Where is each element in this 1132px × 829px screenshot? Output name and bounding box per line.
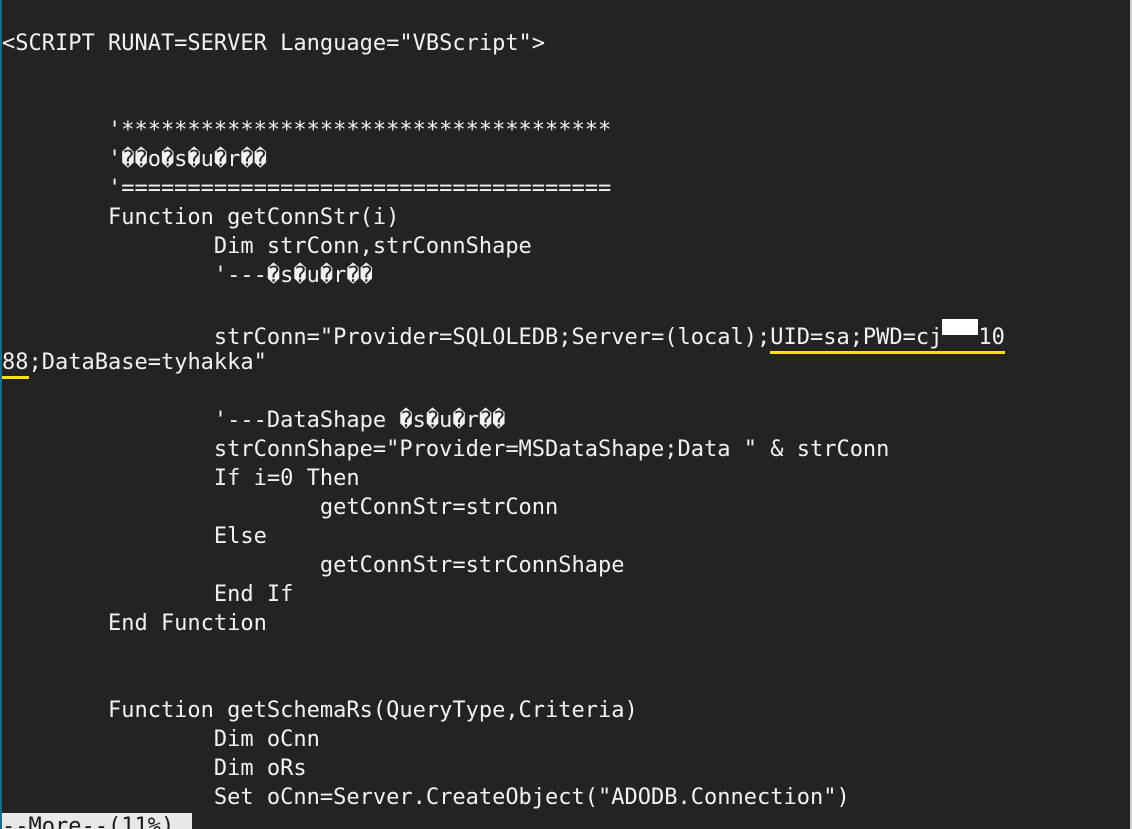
- pager-status[interactable]: --More--(11%): [2, 813, 193, 829]
- code-line: Function getSchemaRs(QueryType,Criteria): [2, 698, 638, 723]
- code-line: '*************************************: [2, 118, 612, 143]
- highlighted-wrap: 88: [2, 350, 29, 379]
- code-line: Set oCnn=Server.CreateObject("ADODB.Conn…: [2, 785, 850, 810]
- terminal-window[interactable]: <SCRIPT RUNAT=SERVER Language="VBScript"…: [0, 0, 1132, 829]
- connection-string-line: strConn="Provider=SQLOLEDB;Server=(local…: [2, 319, 1130, 354]
- code-line: End If: [2, 582, 294, 607]
- credentials-tail: 10: [978, 325, 1005, 350]
- code-line: getConnStr=strConn: [2, 495, 559, 520]
- pager-line: --More--(11%): [2, 812, 1130, 829]
- highlighted-credentials: UID=sa;PWD=cj 10: [770, 319, 1005, 354]
- code-line: End Function: [2, 611, 267, 636]
- connection-string-prefix: strConn="Provider=SQLOLEDB;Server=(local…: [2, 325, 771, 350]
- code-line: If i=0 Then: [2, 466, 360, 491]
- code-line: Dim strConn,strConnShape: [2, 234, 532, 259]
- code-line: Function getConnStr(i): [2, 205, 400, 230]
- credentials-text: UID=sa;PWD=cj: [770, 325, 943, 350]
- code-line: <SCRIPT RUNAT=SERVER Language="VBScript"…: [2, 31, 546, 56]
- code-line: '---�s�u�r��: [2, 263, 373, 288]
- code-line: Dim oCnn: [2, 727, 320, 752]
- redaction-block: [942, 319, 979, 335]
- code-line: '��o�s�u�r��: [2, 147, 267, 172]
- code-line: strConnShape="Provider=MSDataShape;Data …: [2, 437, 890, 462]
- code-line: '=====================================: [2, 176, 612, 201]
- code-line: Else: [2, 524, 267, 549]
- wrapped-line-rest: ;DataBase=tyhakka": [28, 350, 267, 375]
- code-line: getConnStr=strConnShape: [2, 553, 625, 578]
- code-line: Dim oRs: [2, 756, 307, 781]
- window-left-edge: [0, 0, 2, 829]
- code-line: '---DataShape �s�u�r��: [2, 408, 506, 433]
